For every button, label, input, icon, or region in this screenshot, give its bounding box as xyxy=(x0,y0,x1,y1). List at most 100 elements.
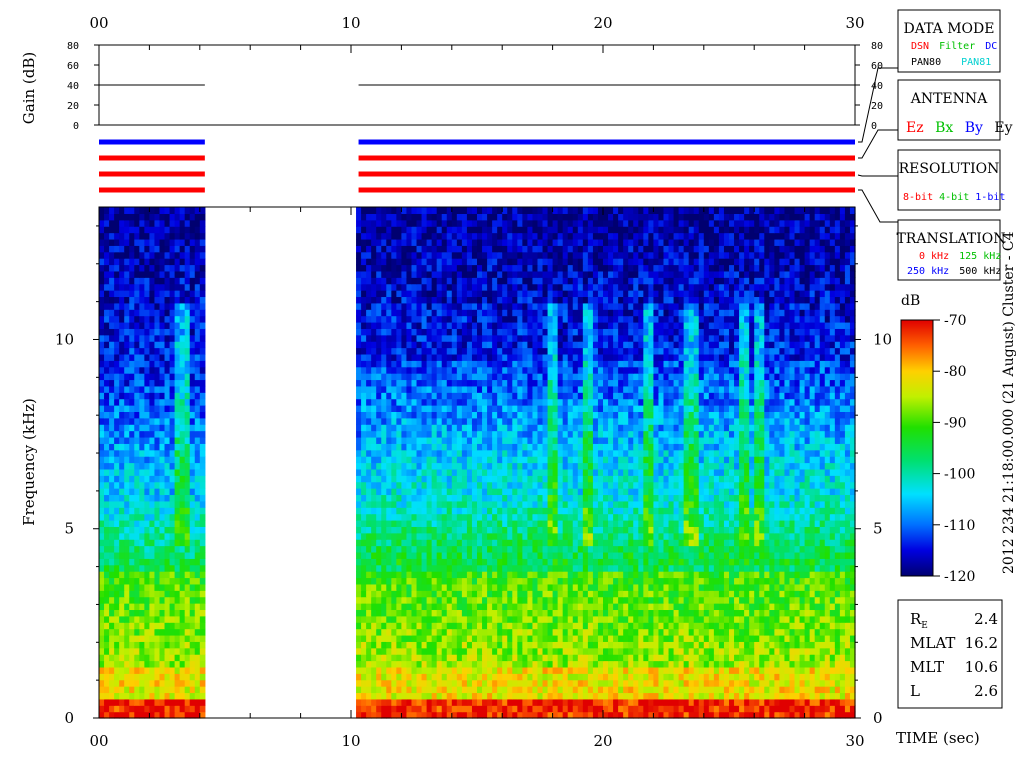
spectrogram-cell xyxy=(109,507,115,515)
spectrogram-cell xyxy=(673,545,680,553)
spectrogram-cell xyxy=(572,507,579,515)
spectrogram-cell xyxy=(688,507,695,515)
spectrogram-cell xyxy=(759,615,765,623)
spectrogram-cell xyxy=(718,481,725,489)
spectrogram-cell xyxy=(643,622,649,630)
spectrogram-cell xyxy=(567,590,574,598)
spectrogram-cell xyxy=(507,500,513,508)
top-x-tick-labels: 00 10 20 30 xyxy=(89,14,864,32)
spectrogram-cell xyxy=(804,500,811,508)
spectrogram-cell xyxy=(708,590,715,598)
spectrogram-cell xyxy=(371,481,377,489)
spectrogram-cell xyxy=(456,647,463,655)
spectrogram-cell xyxy=(698,532,705,540)
spectrogram-cell xyxy=(507,513,513,521)
spectrogram-cell xyxy=(819,590,826,598)
spectrogram-cell xyxy=(597,526,604,534)
spectrogram-cell xyxy=(487,500,493,508)
spectrogram-cell xyxy=(754,494,760,502)
spectrogram-cell xyxy=(673,590,680,598)
spectrogram-cell xyxy=(648,577,654,585)
spectrogram-cell xyxy=(527,647,534,655)
spectrogram-cell xyxy=(199,532,206,540)
spectrogram-cell xyxy=(648,551,654,559)
spectrogram-cell xyxy=(693,615,700,623)
spectrogram-cell xyxy=(134,449,140,457)
spectrogram-cell xyxy=(466,468,473,476)
spectrogram-cell xyxy=(396,679,402,687)
spectrogram-cell xyxy=(663,622,670,630)
spectrogram-cell xyxy=(471,513,478,521)
spectrogram-cell xyxy=(184,449,191,457)
spectrogram-cell xyxy=(718,526,725,534)
spectrogram-cell xyxy=(416,545,423,553)
spectrogram-cell xyxy=(527,660,534,668)
spectrogram-cell xyxy=(477,494,483,502)
spectrogram-cell xyxy=(608,641,614,649)
spectrogram-cell xyxy=(638,571,644,579)
spectrogram-cell xyxy=(159,590,166,598)
spectrogram-cell xyxy=(174,564,181,572)
spectrogram-cell xyxy=(189,532,196,540)
spectrogram-cell xyxy=(189,545,196,553)
spectrogram-cell xyxy=(552,577,559,585)
spectrogram-cell xyxy=(557,686,564,694)
spectrogram-cell xyxy=(799,507,806,515)
spectrogram-cell xyxy=(492,603,498,611)
spectrogram-cell xyxy=(683,532,690,540)
spectrogram-cell xyxy=(441,603,448,611)
spectrogram-cell xyxy=(603,577,609,585)
spectrogram-cell xyxy=(366,634,372,642)
spectrogram-cell xyxy=(734,456,740,464)
spectrogram-cell xyxy=(114,666,120,674)
spectrogram-cell xyxy=(703,609,710,617)
spectrogram-cell xyxy=(658,686,665,694)
spectrogram-cell xyxy=(421,462,428,470)
spectrogram-cell xyxy=(547,500,554,508)
spectrogram-cell xyxy=(129,532,135,540)
spectrogram-cell xyxy=(189,513,196,521)
spectrogram-cell xyxy=(512,609,518,617)
spectrogram-cell xyxy=(633,532,639,540)
spectrogram-cell xyxy=(824,698,831,706)
spectrogram-cell xyxy=(199,488,206,496)
spectrogram-cell xyxy=(164,615,171,623)
spectrogram-cell xyxy=(804,551,811,559)
spectrogram-cell xyxy=(567,456,574,464)
spectrogram-cell xyxy=(774,545,780,553)
spectrogram-cell xyxy=(759,468,765,476)
spectrogram-cell xyxy=(814,622,821,630)
spectrogram-cell xyxy=(416,705,423,713)
spectrogram-cell xyxy=(759,654,765,662)
spectrogram-cell xyxy=(819,634,826,642)
spectrogram-cell xyxy=(517,654,523,662)
spectrogram-cell xyxy=(779,673,786,681)
spectrogram-cell xyxy=(411,666,418,674)
spectrogram-cell xyxy=(749,519,755,527)
spectrogram-cell xyxy=(713,558,720,566)
spectrogram-cell xyxy=(411,526,418,534)
spectrogram-cell xyxy=(653,660,660,668)
spectrogram-cell xyxy=(663,539,670,547)
spectrogram-cell xyxy=(527,475,534,483)
spectrogram-cell xyxy=(391,692,397,700)
spectrogram-cell xyxy=(114,647,120,655)
spectrogram-cell xyxy=(718,609,725,617)
spectrogram-cell xyxy=(723,507,730,515)
spectrogram-cell xyxy=(789,666,796,674)
spectrogram-cell xyxy=(436,456,443,464)
spectrogram-cell xyxy=(789,596,796,604)
spectrogram-cell xyxy=(663,698,670,706)
spectrogram-cell xyxy=(421,692,428,700)
spectrogram-cell xyxy=(723,698,730,706)
spectrogram-cell xyxy=(114,622,120,630)
spectrogram-cell xyxy=(754,673,760,681)
spectrogram-cell xyxy=(466,615,473,623)
spectrogram-cell xyxy=(507,488,513,496)
spectrogram-cell xyxy=(431,558,438,566)
spectrogram-cell xyxy=(678,481,685,489)
spectrogram-cell xyxy=(552,532,559,540)
spectrogram-cell xyxy=(446,705,453,713)
spectrogram-cell xyxy=(391,507,397,515)
spectrogram-cell xyxy=(582,507,589,515)
